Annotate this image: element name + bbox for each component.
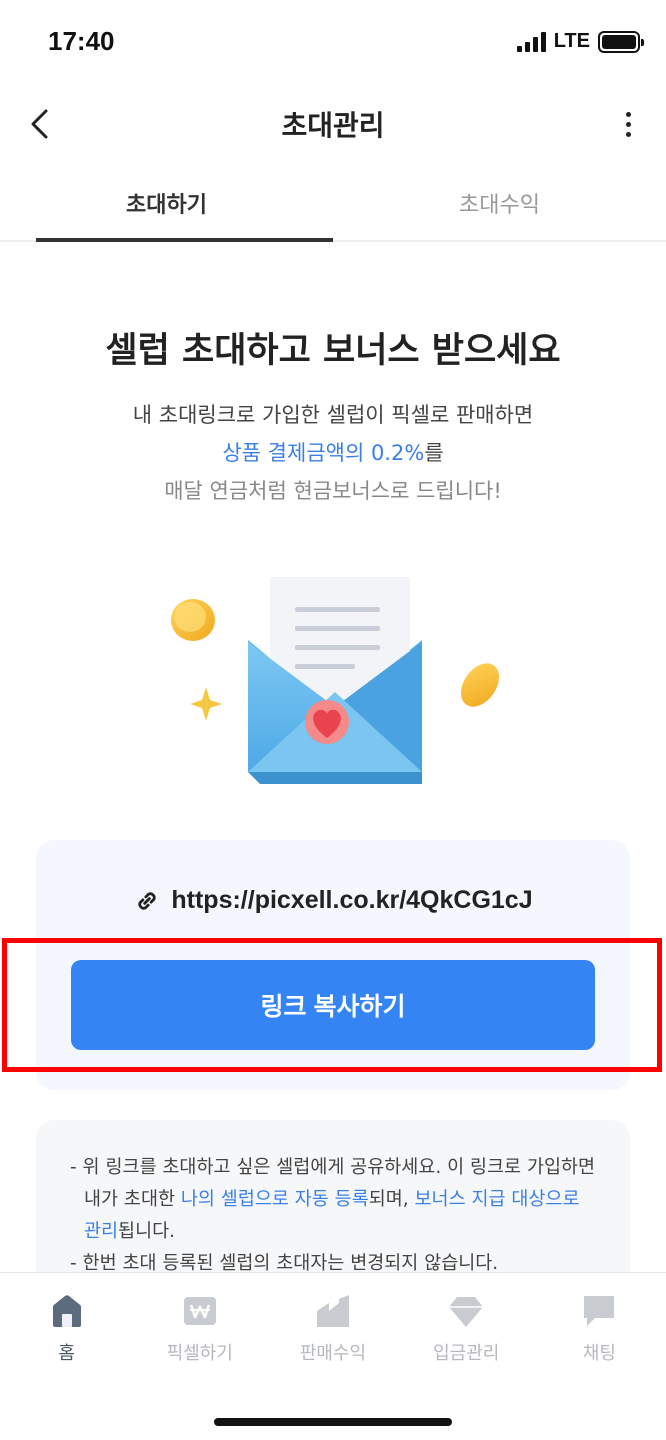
info-text: 되며, — [368, 1189, 415, 1210]
hero-description: 내 초대링크로 가입한 셀럽이 픽셀로 판매하면 상품 결제금액의 0.2%를 … — [0, 396, 666, 510]
nav-item-sales[interactable]: 판매수익 — [266, 1293, 399, 1379]
tab-invite[interactable]: 초대하기 — [0, 166, 333, 242]
app-header: 초대관리 — [0, 84, 666, 164]
info-text: 됩니다. — [118, 1221, 175, 1242]
network-label: LTE — [553, 30, 590, 52]
more-vertical-icon — [625, 111, 631, 117]
main-content[interactable]: 셀럽 초대하고 보너스 받으세요 내 초대링크로 가입한 셀럽이 픽셀로 판매하… — [0, 242, 666, 1272]
status-bar: 17:40 LTE — [0, 0, 666, 84]
info-line-1: - 위 링크를 초대하고 싶은 셀럽에게 공유하세요. 이 링크로 가입하면 내… — [70, 1152, 600, 1248]
home-indicator — [214, 1418, 452, 1426]
info-line-2: - 한번 초대 등록된 셀럽의 초대자는 변경되지 않습니다. — [70, 1253, 499, 1272]
sparkle-icon — [190, 687, 222, 721]
invite-link-card: https://picxell.co.kr/4QkCG1cJ 링크 복사하기 — [36, 840, 630, 1090]
tab-bar: 초대하기 초대수익 — [0, 166, 666, 242]
desc-line-2-rest: 를 — [424, 441, 444, 465]
status-indicators: LTE — [516, 30, 644, 53]
desc-line-2: 상품 결제금액의 0.2%를 — [0, 434, 666, 472]
info-highlight: 나의 셀럽으로 자동 등록 — [180, 1189, 369, 1210]
invite-link-row[interactable]: https://picxell.co.kr/4QkCG1cJ — [36, 886, 630, 915]
coin-icon — [460, 663, 500, 707]
tab-invite-earnings[interactable]: 초대수익 — [333, 166, 666, 240]
desc-highlight: 상품 결제금액의 0.2% — [222, 441, 425, 465]
sales-icon — [317, 1295, 349, 1327]
copy-link-button[interactable]: 링크 복사하기 — [71, 960, 595, 1050]
envelope-illustration — [171, 577, 500, 784]
hero-headline: 셀럽 초대하고 보너스 받으세요 — [105, 331, 561, 371]
home-icon — [52, 1295, 81, 1327]
nav-label: 채팅 — [582, 1343, 616, 1364]
more-options-button[interactable] — [606, 102, 650, 146]
desc-line-3: 매달 연금처럼 현금보너스로 드립니다! — [164, 479, 502, 503]
heart-seal-icon — [305, 700, 349, 744]
status-time: 17:40 — [48, 26, 115, 56]
nav-item-home[interactable]: 홈 — [0, 1293, 133, 1379]
nav-item-chat[interactable]: 채팅 — [533, 1293, 666, 1379]
invite-link-url: https://picxell.co.kr/4QkCG1cJ — [171, 886, 533, 914]
nav-label: 홈 — [58, 1343, 75, 1364]
page-title: 초대관리 — [281, 109, 385, 142]
bottom-nav: 홈 픽셀하기 판매수익 입금관리 채팅 — [0, 1272, 666, 1440]
nav-label: 픽셀하기 — [166, 1343, 233, 1364]
link-icon — [138, 891, 157, 910]
desc-line-1: 내 초대링크로 가입한 셀럽이 픽셀로 판매하면 — [132, 403, 534, 427]
chat-icon — [584, 1296, 615, 1326]
won-card-icon — [183, 1297, 216, 1325]
signal-icon — [516, 31, 546, 52]
info-card: - 위 링크를 초대하고 싶은 셀럽에게 공유하세요. 이 링크로 가입하면 내… — [36, 1120, 630, 1272]
nav-item-picxell[interactable]: 픽셀하기 — [133, 1293, 266, 1379]
diamond-icon — [449, 1297, 484, 1327]
nav-label: 판매수익 — [299, 1343, 367, 1364]
nav-item-deposit[interactable]: 입금관리 — [400, 1293, 533, 1379]
coin-icon — [171, 599, 215, 641]
nav-label: 입금관리 — [433, 1343, 500, 1364]
battery-icon — [598, 30, 644, 53]
